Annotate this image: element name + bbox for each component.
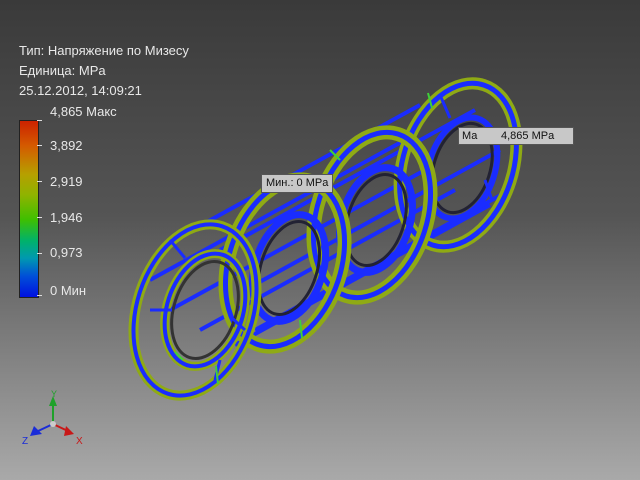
x-axis-arrow-icon [64, 426, 74, 436]
axis-triad[interactable]: Y X Z [18, 388, 88, 448]
ring-4 [393, 77, 523, 253]
min-stress-callout[interactable]: Мин.: 0 MPa [261, 174, 334, 193]
max-callout-value: 4,865 MPa [501, 130, 555, 142]
max-stress-callout[interactable]: Ма 4,865 MPa [458, 127, 574, 145]
axis-y-label: Y [51, 389, 57, 399]
axis-x-label: X [76, 436, 83, 447]
max-callout-prefix: Ма [462, 130, 478, 142]
axis-z-label: Z [22, 436, 28, 447]
stress-model-viewport[interactable] [0, 0, 640, 480]
ring-1 [128, 219, 262, 401]
frame-model [128, 77, 523, 401]
